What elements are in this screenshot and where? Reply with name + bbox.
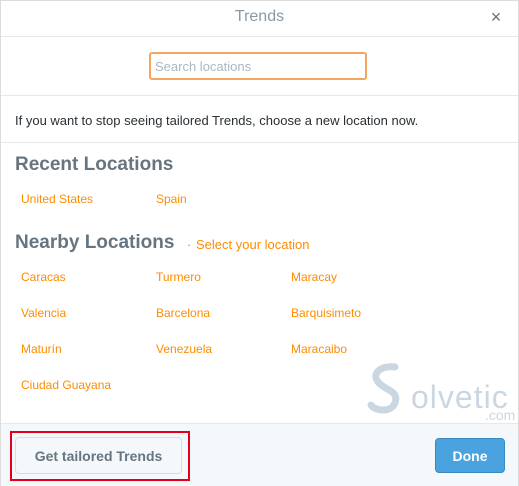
- divider: [1, 142, 518, 143]
- search-input[interactable]: [149, 52, 367, 80]
- recent-location-spain[interactable]: Spain: [156, 192, 187, 206]
- nearby-location-valencia[interactable]: Valencia: [21, 306, 66, 320]
- search-section: [1, 38, 518, 96]
- nearby-location-venezuela[interactable]: Venezuela: [156, 342, 212, 356]
- dialog-header: Trends ×: [1, 1, 518, 37]
- nearby-location-maturin[interactable]: Maturín: [21, 342, 62, 356]
- solvetic-watermark: olvetic .com: [365, 361, 519, 423]
- select-location-link[interactable]: Select your location: [196, 237, 309, 252]
- dialog-title: Trends: [234, 8, 285, 25]
- nearby-location-barquisimeto[interactable]: Barquisimeto: [291, 306, 361, 320]
- nearby-locations-heading: Nearby Locations: [15, 232, 175, 253]
- nearby-location-maracaibo[interactable]: Maracaibo: [291, 342, 347, 356]
- nearby-location-barcelona[interactable]: Barcelona: [156, 306, 210, 320]
- recent-locations-heading: Recent Locations: [15, 154, 174, 175]
- nearby-location-ciudad-guayana[interactable]: Ciudad Guayana: [21, 378, 111, 392]
- nearby-location-caracas[interactable]: Caracas: [21, 270, 66, 284]
- close-icon[interactable]: ×: [488, 8, 504, 26]
- get-tailored-trends-button[interactable]: Get tailored Trends: [15, 437, 182, 474]
- recent-location-united-states[interactable]: United States: [21, 192, 93, 206]
- watermark-domain: .com: [485, 407, 516, 423]
- nearby-location-maracay[interactable]: Maracay: [291, 270, 337, 284]
- trends-dialog: Trends × If you want to stop seeing tail…: [0, 0, 519, 486]
- done-button[interactable]: Done: [435, 438, 505, 473]
- nearby-location-turmero[interactable]: Turmero: [156, 270, 201, 284]
- info-text: If you want to stop seeing tailored Tren…: [15, 113, 419, 128]
- heading-separator: ·: [187, 237, 192, 252]
- watermark-logo-icon: [367, 363, 400, 414]
